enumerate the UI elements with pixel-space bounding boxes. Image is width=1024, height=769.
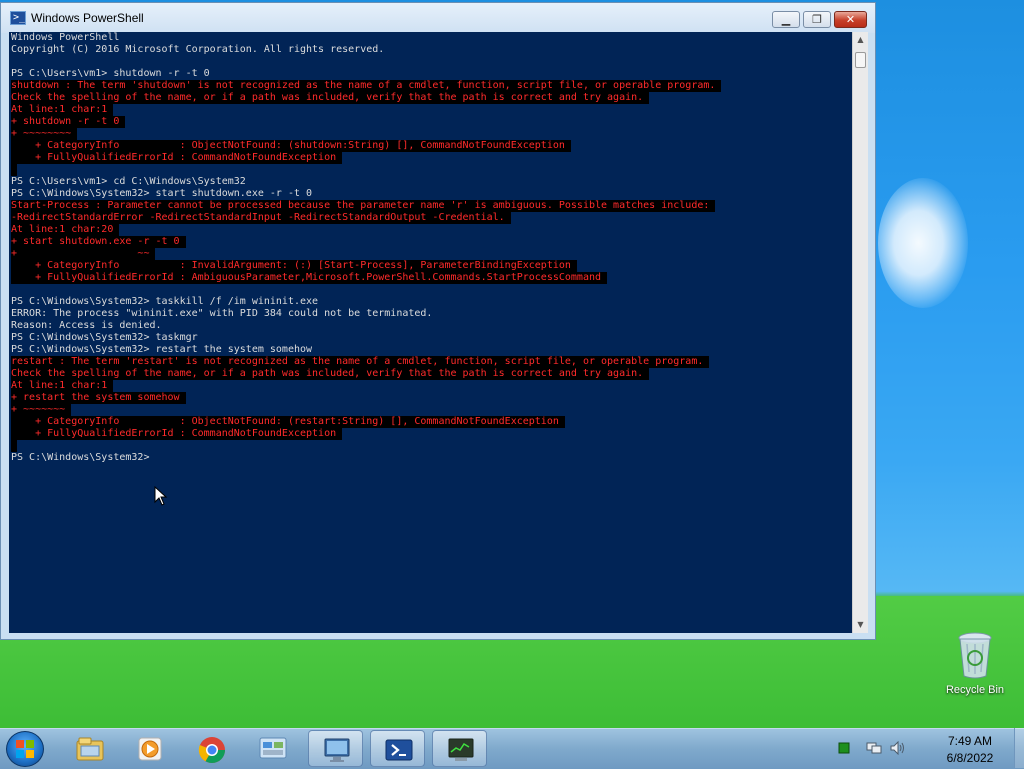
- chrome-icon: [198, 737, 226, 764]
- windows-logo-icon: [16, 740, 34, 758]
- console-error-line: shutdown : The term 'shutdown' is not re…: [11, 80, 722, 92]
- taskbar-explorer[interactable]: [62, 730, 117, 767]
- maximize-button[interactable]: ❐: [803, 11, 831, 28]
- show-desktop-button[interactable]: [1014, 728, 1024, 768]
- console-line: PS C:\Windows\System32> taskmgr: [11, 332, 198, 343]
- console-error-line: + CategoryInfo : InvalidArgument: (:) [S…: [11, 260, 577, 272]
- console-error-line: At line:1 char:20: [11, 224, 120, 236]
- powershell-icon: [385, 739, 413, 761]
- taskbar-chrome[interactable]: [184, 730, 239, 767]
- console-error-line: + FullyQualifiedErrorId : AmbiguousParam…: [11, 272, 608, 284]
- powershell-title-icon: >_: [10, 11, 26, 25]
- console-error-line: + ~~~~~~~~: [11, 128, 78, 140]
- taskbar: [0, 728, 1024, 769]
- console-error-line: At line:1 char:1: [11, 380, 114, 392]
- clock-date: 6/8/2022: [946, 751, 994, 765]
- console-line: Copyright (C) 2016 Microsoft Corporation…: [11, 44, 385, 55]
- console-error-line: Check the spelling of the name, or if a …: [11, 368, 650, 380]
- recycle-bin-icon: [958, 632, 992, 679]
- console-error-line: [11, 164, 17, 176]
- console-error-line: [11, 440, 17, 452]
- taskbar-remote-desktop[interactable]: [308, 730, 363, 767]
- task-manager-icon: [448, 738, 474, 761]
- console-error-line: restart : The term 'restart' is not reco…: [11, 356, 710, 368]
- action-center-icon[interactable]: [866, 741, 882, 755]
- console-line: PS C:\Windows\System32> taskkill /f /im …: [11, 296, 319, 307]
- minimize-button[interactable]: ▁: [772, 11, 800, 28]
- console-error-line: + shutdown -r -t 0: [11, 116, 126, 128]
- vertical-scrollbar[interactable]: ▲ ▼: [852, 32, 868, 633]
- console-error-line: At line:1 char:1: [11, 104, 114, 116]
- recycle-bin-label: Recycle Bin: [945, 684, 1005, 696]
- taskbar-powershell[interactable]: [370, 730, 425, 767]
- scroll-down-arrow-icon[interactable]: ▼: [853, 617, 868, 633]
- console-error-line: + ~~: [11, 248, 156, 260]
- console-error-line: + CategoryInfo : ObjectNotFound: (restar…: [11, 416, 565, 428]
- console-error-line: + FullyQualifiedErrorId : CommandNotFoun…: [11, 152, 343, 164]
- console-error-line: + start shutdown.exe -r -t 0: [11, 236, 186, 248]
- taskbar-control-panel[interactable]: [245, 730, 300, 767]
- control-panel-icon: [259, 737, 287, 759]
- console-line: PS C:\Users\vm1> shutdown -r -t 0: [11, 68, 210, 79]
- console-line: PS C:\Windows\System32> start shutdown.e…: [11, 188, 313, 199]
- powershell-window[interactable]: >_ Windows PowerShell ▁ ❐ ✕ Windows Powe…: [0, 2, 876, 640]
- console-line: PS C:\Windows\System32> restart the syst…: [11, 344, 313, 355]
- console-error-line: + restart the system somehow: [11, 392, 186, 404]
- console-error-line: + CategoryInfo : ObjectNotFound: (shutdo…: [11, 140, 571, 152]
- volume-icon[interactable]: [890, 741, 906, 755]
- scroll-up-arrow-icon[interactable]: ▲: [853, 32, 868, 48]
- taskbar-task-manager[interactable]: [432, 730, 487, 767]
- console-line: Windows PowerShell: [11, 32, 120, 43]
- console-error-line: Check the spelling of the name, or if a …: [11, 92, 650, 104]
- remote-desktop-icon: [324, 738, 350, 762]
- console-line: PS C:\Users\vm1> cd C:\Windows\System32: [11, 176, 246, 187]
- taskbar-media-player[interactable]: [123, 730, 178, 767]
- window-title: Windows PowerShell: [31, 11, 144, 25]
- console-error-line: + ~~~~~~~: [11, 404, 72, 416]
- desktop-splash: [878, 178, 968, 308]
- console-line: Reason: Access is denied.: [11, 320, 162, 331]
- title-bar[interactable]: >_ Windows PowerShell ▁ ❐ ✕: [1, 3, 875, 33]
- scroll-thumb[interactable]: [855, 52, 866, 68]
- start-button[interactable]: [6, 731, 44, 767]
- console-error-line: -RedirectStandardError -RedirectStandard…: [11, 212, 511, 224]
- close-button[interactable]: ✕: [834, 11, 867, 28]
- recycle-bin[interactable]: Recycle Bin: [940, 628, 1010, 698]
- media-player-icon: [138, 737, 162, 761]
- console-output[interactable]: Windows PowerShell Copyright (C) 2016 Mic…: [9, 32, 852, 633]
- mouse-cursor-icon: [154, 486, 168, 506]
- taskbar-clock[interactable]: 7:49 AM 6/8/2022: [930, 733, 1010, 767]
- console-error-line: Start-Process : Parameter cannot be proc…: [11, 200, 716, 212]
- console-line: PS C:\Windows\System32>: [11, 452, 150, 463]
- network-status-icon[interactable]: [838, 742, 850, 754]
- explorer-icon: [76, 737, 104, 761]
- clock-time: 7:49 AM: [947, 734, 993, 748]
- console-line: ERROR: The process "wininit.exe" with PI…: [11, 308, 433, 319]
- console-error-line: + FullyQualifiedErrorId : CommandNotFoun…: [11, 428, 343, 440]
